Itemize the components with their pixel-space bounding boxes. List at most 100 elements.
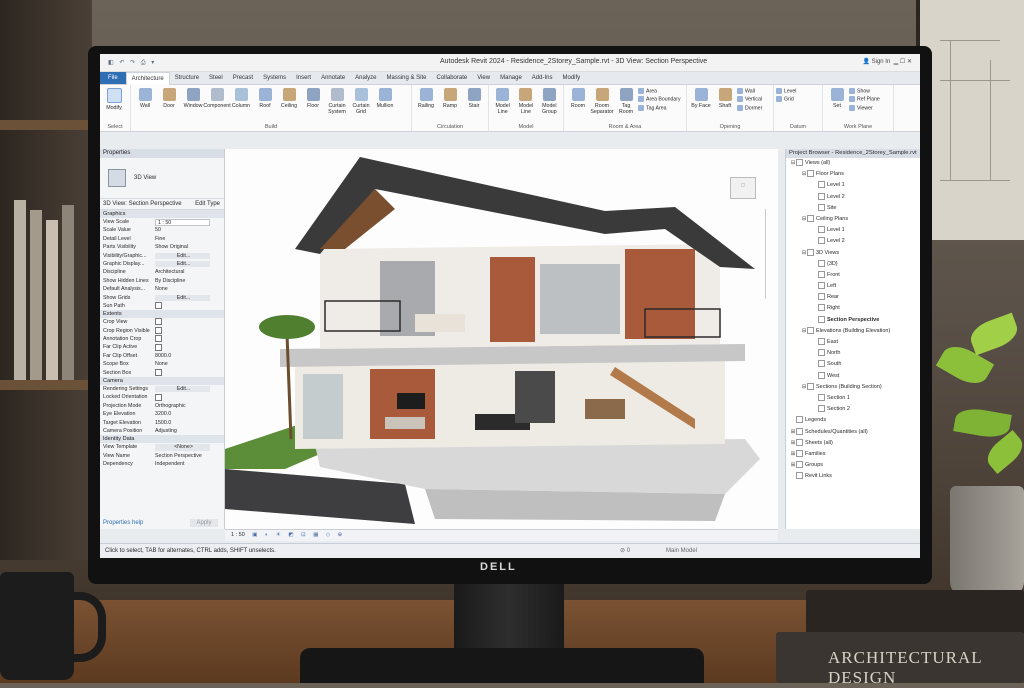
opening-shaft-button[interactable]: Shaft — [713, 85, 737, 109]
browser-item[interactable]: Level 1 — [786, 225, 920, 236]
modify-button[interactable]: Modify — [102, 85, 126, 111]
room-area-tool[interactable]: Area — [638, 88, 681, 94]
property-checkbox[interactable] — [155, 368, 162, 376]
build-column-button[interactable]: Column — [229, 85, 253, 109]
tab-steel[interactable]: Steel — [204, 72, 228, 84]
property-checkbox[interactable] — [155, 302, 162, 309]
sign-in[interactable]: 👤 Sign In ▁ ☐ ✕ — [862, 58, 912, 65]
browser-item[interactable]: ⊞ Families — [786, 449, 920, 460]
opening-by-face-button[interactable]: By Face — [689, 85, 713, 109]
tab-file[interactable]: File — [100, 72, 126, 84]
opening-vertical-tool[interactable]: Vertical — [737, 96, 762, 103]
property-value[interactable] — [153, 393, 224, 401]
quick-access-toolbar[interactable]: ◧ ↶ ↷ ⎙ ▾ — [108, 59, 156, 67]
model-model-line-button[interactable]: Model Line — [491, 85, 514, 115]
property-value[interactable]: <None> — [155, 444, 210, 451]
property-checkbox[interactable] — [155, 393, 162, 401]
browser-item[interactable]: West — [786, 371, 920, 382]
view-scale[interactable]: 1 : 50 — [225, 532, 245, 538]
tab-analyze[interactable]: Analyze — [350, 72, 381, 84]
browser-item[interactable]: Rear — [786, 292, 920, 303]
property-value[interactable] — [153, 302, 224, 310]
browser-item[interactable]: South — [786, 359, 920, 370]
circulation-ramp-button[interactable]: Ramp — [438, 85, 462, 109]
property-value[interactable] — [153, 343, 224, 351]
tab-add-ins[interactable]: Add-Ins — [527, 72, 558, 84]
workplane-set-button[interactable]: Set — [825, 85, 849, 109]
tab-systems[interactable]: Systems — [258, 72, 291, 84]
model-model-group-button[interactable]: Model Group — [538, 85, 561, 115]
tab-modify[interactable]: Modify — [557, 72, 585, 84]
property-value[interactable]: Architectural — [153, 268, 224, 276]
datum-level-tool[interactable]: Level — [776, 88, 796, 94]
tab-collaborate[interactable]: Collaborate — [432, 72, 473, 84]
browser-item[interactable]: {3D} — [786, 259, 920, 270]
property-value[interactable]: Show Original — [153, 243, 224, 251]
property-section-camera[interactable]: Camera — [100, 377, 224, 386]
browser-item[interactable]: Right — [786, 303, 920, 314]
property-value[interactable]: 50 — [153, 226, 224, 234]
property-checkbox[interactable] — [155, 326, 162, 334]
property-value[interactable] — [153, 368, 224, 377]
workplane-viewer-tool[interactable]: Viewer — [849, 105, 880, 111]
edit-type-button[interactable]: Edit Type — [195, 199, 220, 209]
property-value[interactable]: Edit... — [155, 294, 210, 301]
tab-manage[interactable]: Manage — [495, 72, 527, 84]
tab-massing-site[interactable]: Massing & Site — [381, 72, 431, 84]
active-model[interactable]: Main Model — [666, 544, 697, 558]
browser-item[interactable]: ⊟ Views (all) — [786, 158, 920, 169]
property-value[interactable]: Independent — [153, 460, 224, 468]
browser-item[interactable]: ⊟ Elevations (Building Elevation) — [786, 326, 920, 337]
browser-item[interactable]: ⊟ Ceiling Plans — [786, 214, 920, 225]
property-value[interactable]: Edit... — [155, 386, 210, 393]
browser-item[interactable]: North — [786, 348, 920, 359]
browser-item[interactable]: ⊞ Schedules/Quantities (all) — [786, 427, 920, 438]
type-selector[interactable]: 3D View — [100, 158, 224, 199]
build-roof-button[interactable]: Roof — [253, 85, 277, 109]
datum-grid-tool[interactable]: Grid — [776, 96, 796, 103]
tab-precast[interactable]: Precast — [228, 72, 258, 84]
browser-item[interactable]: Revit Links — [786, 471, 920, 482]
property-value[interactable]: 1500.0 — [153, 419, 224, 427]
workplane-show-tool[interactable]: Show — [849, 88, 880, 94]
property-value[interactable]: Fine — [153, 235, 224, 243]
select-group-label[interactable]: Select — [100, 124, 130, 130]
apply-button[interactable]: Apply — [190, 519, 218, 527]
browser-item[interactable]: ⊞ Groups — [786, 460, 920, 471]
property-value[interactable]: None — [153, 285, 224, 293]
browser-item[interactable]: Section 2 — [786, 404, 920, 415]
browser-item[interactable]: East — [786, 337, 920, 348]
circulation-railing-button[interactable]: Railing — [414, 85, 438, 109]
property-section-identity-data[interactable]: Identity Data — [100, 435, 224, 444]
property-value[interactable] — [153, 318, 224, 326]
property-section-graphics[interactable]: Graphics — [100, 210, 224, 218]
instance-selector[interactable]: 3D View: Section Perspective Edit Type — [100, 199, 224, 210]
browser-item[interactable]: Section Perspective — [786, 315, 920, 326]
build-door-button[interactable]: Door — [157, 85, 181, 109]
browser-item[interactable]: ⊟ Floor Plans — [786, 169, 920, 180]
tab-view[interactable]: View — [472, 72, 495, 84]
browser-item[interactable]: Front — [786, 270, 920, 281]
room-room-separator-button[interactable]: Room Separator — [590, 85, 614, 115]
circulation-stair-button[interactable]: Stair — [462, 85, 486, 109]
property-value[interactable]: 3200.0 — [153, 410, 224, 418]
browser-item[interactable]: Level 1 — [786, 180, 920, 191]
property-checkbox[interactable] — [155, 318, 162, 326]
model-model-line-button[interactable]: Model Line — [514, 85, 537, 115]
browser-item[interactable]: ⊟ 3D Views — [786, 248, 920, 259]
property-checkbox[interactable] — [155, 335, 162, 343]
view-control-icons[interactable]: ▣ ◐ ☀ ◩ ⊡ ▦ ◇ ⊕ — [252, 532, 345, 538]
property-value[interactable]: Edit... — [155, 260, 210, 268]
tab-structure[interactable]: Structure — [170, 72, 204, 84]
build-component-button[interactable]: Component — [203, 85, 231, 109]
browser-item[interactable]: Level 2 — [786, 192, 920, 203]
property-value[interactable]: 8000.0 — [153, 352, 224, 360]
3d-viewport[interactable]: ▢ — [225, 149, 778, 529]
build-floor-button[interactable]: Floor — [301, 85, 325, 109]
property-value[interactable]: Orthographic — [153, 402, 224, 410]
browser-item[interactable]: Section 1 — [786, 393, 920, 404]
property-value[interactable]: 1 : 50 — [155, 218, 210, 226]
browser-item[interactable]: Site — [786, 203, 920, 214]
build-curtain-grid-button[interactable]: Curtain Grid — [349, 85, 373, 115]
tab-architecture[interactable]: Architecture — [125, 71, 170, 85]
